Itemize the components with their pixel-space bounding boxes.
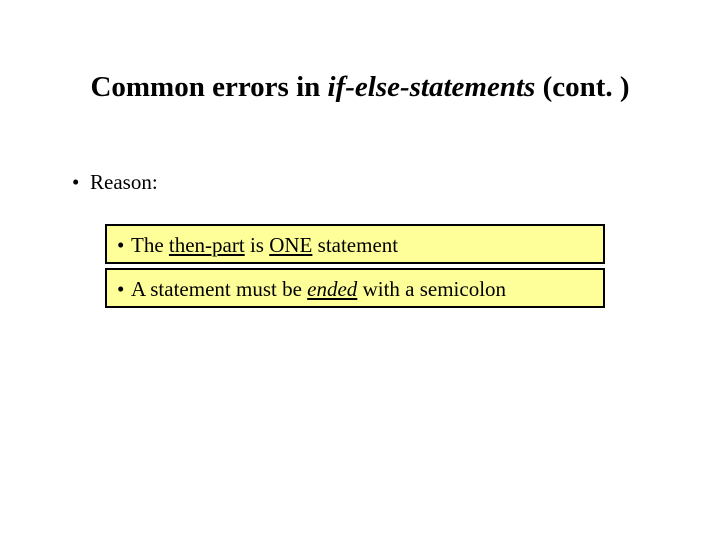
slide-title: Common errors in if-else-statements (con… [0,72,720,104]
callout-semicolon: •A statement must be ended with a semico… [105,268,605,308]
title-pre: Common errors in [90,71,327,103]
title-italic: if-else-statements [328,71,536,103]
callout-then-part: •The then-part is ONE statement [105,224,605,264]
text: The [131,233,169,257]
underlined-ended: ended [307,277,357,301]
reason-bullet-line: •Reason: [72,170,158,195]
text: with a semicolon [357,277,506,301]
bullet-icon: • [117,276,131,302]
bullet-icon: • [117,232,131,258]
bullet-icon: • [72,170,90,195]
text: statement [312,233,398,257]
title-post: (cont. ) [535,71,629,103]
text: A statement must be [131,277,307,301]
reason-label: Reason: [90,170,158,194]
underlined-one: ONE [269,233,312,257]
slide: Common errors in if-else-statements (con… [0,0,720,540]
text: is [245,233,270,257]
underlined-then-part: then-part [169,233,245,257]
